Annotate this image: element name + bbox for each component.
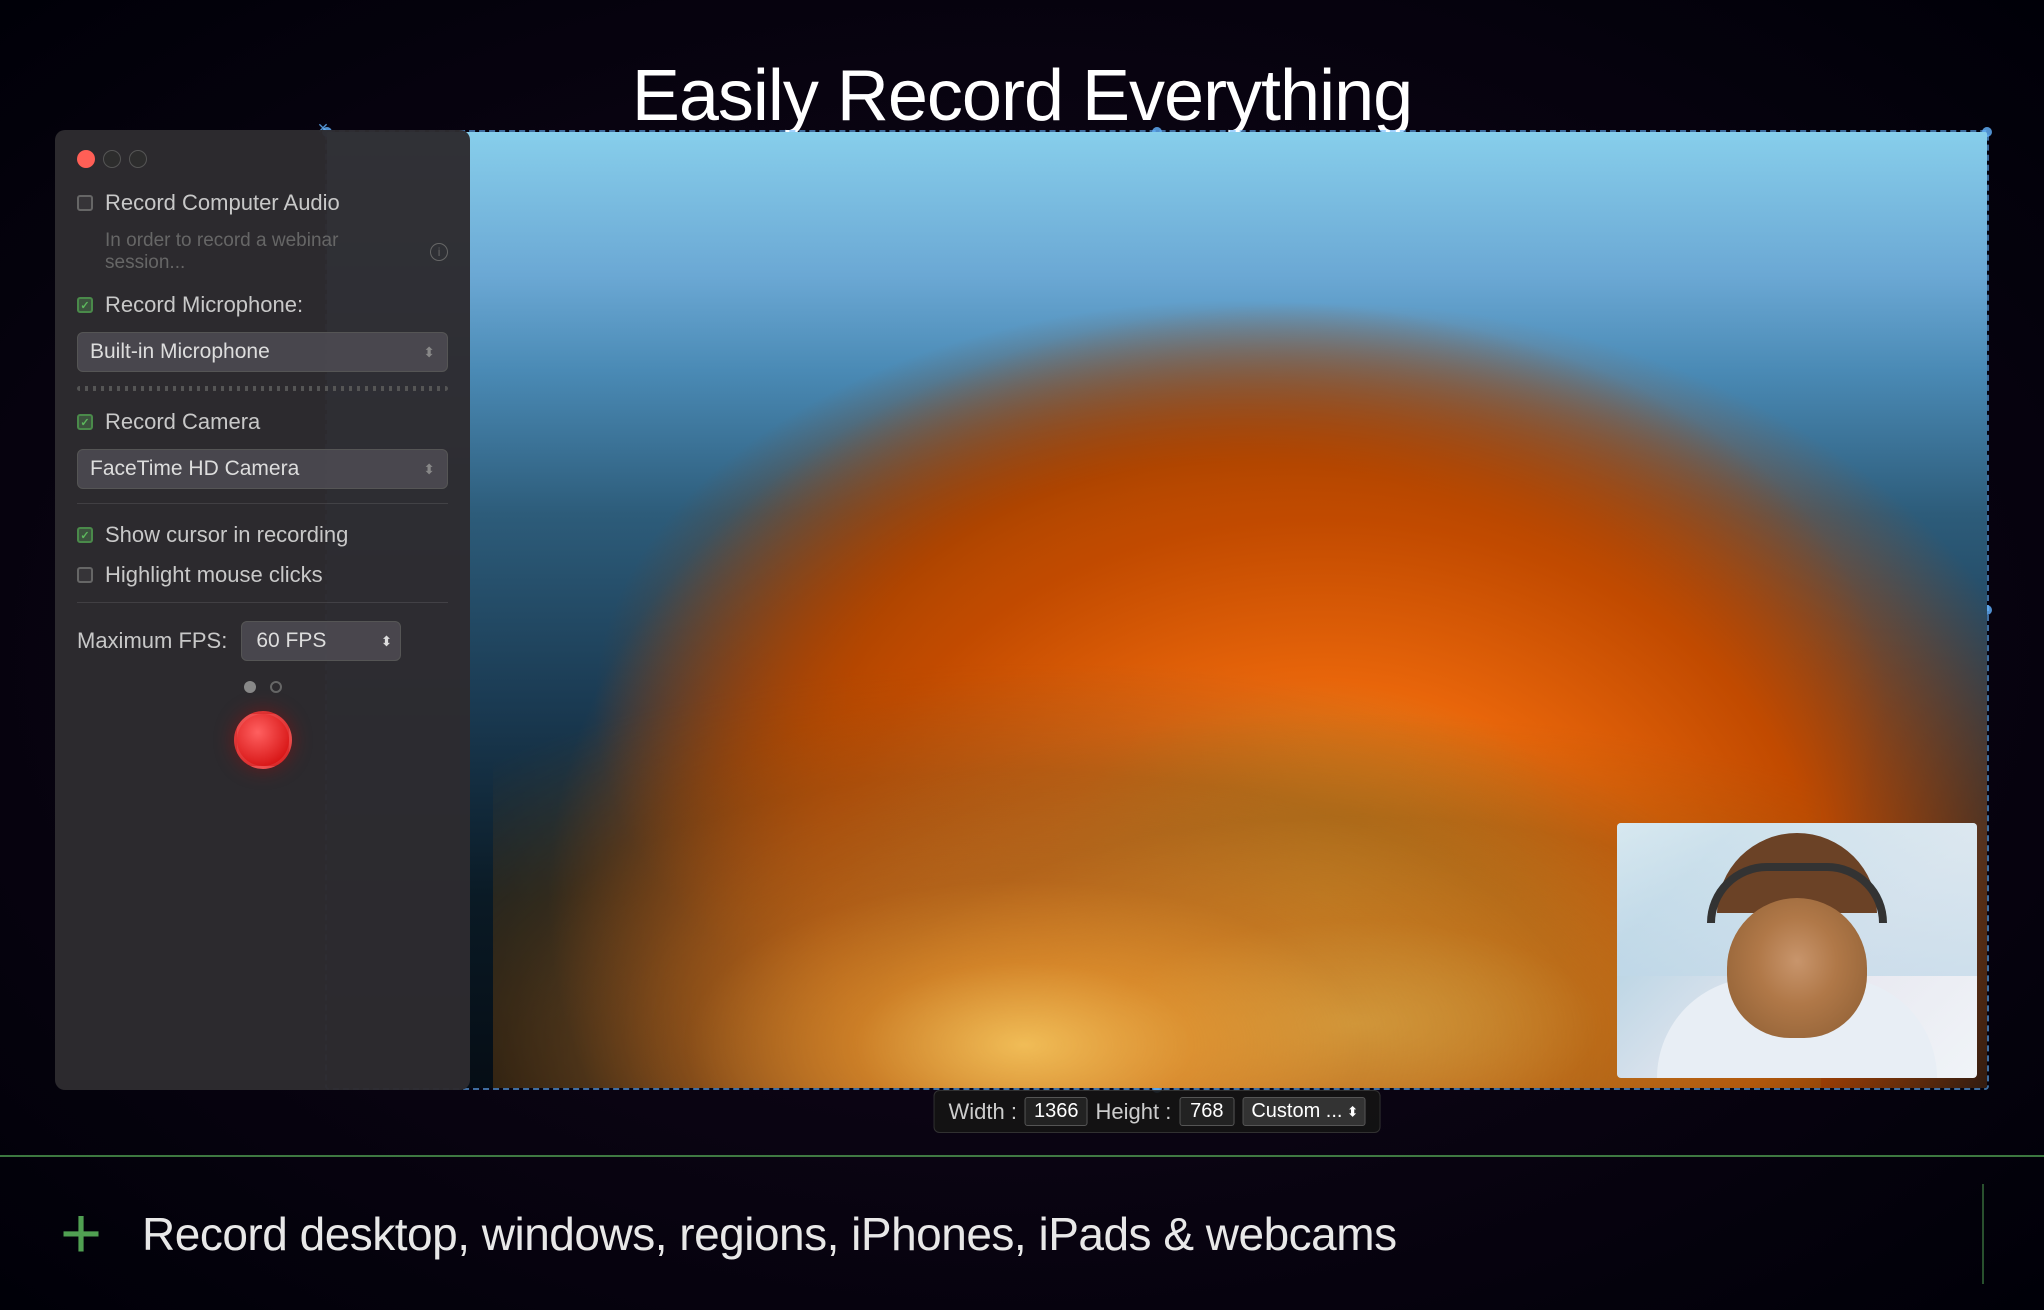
fps-dropdown[interactable]: 60 FPS ⬍ xyxy=(241,621,401,661)
dot-2[interactable] xyxy=(270,681,282,693)
microphone-selected-value: Built-in Microphone xyxy=(90,340,270,364)
fps-dropdown-chevron: ⬍ xyxy=(381,633,393,650)
highlight-clicks-checkbox[interactable] xyxy=(77,567,93,583)
settings-panel: Record Computer Audio In order to record… xyxy=(55,130,470,1090)
dimension-bar: Width : 1366 Height : 768 Custom ... ⬍ xyxy=(934,1090,1381,1133)
dot-1[interactable] xyxy=(244,681,256,693)
record-camera-label: Record Camera xyxy=(105,409,260,435)
microphone-slider-container xyxy=(77,386,448,391)
window-controls xyxy=(77,150,448,168)
camera-selected-value: FaceTime HD Camera xyxy=(90,457,299,481)
show-cursor-row: Show cursor in recording xyxy=(77,522,448,548)
record-button[interactable] xyxy=(234,711,292,769)
webinar-note-text: In order to record a webinar session... xyxy=(105,230,422,274)
window-minimize-button[interactable] xyxy=(103,150,121,168)
width-value[interactable]: 1366 xyxy=(1025,1097,1088,1126)
plus-icon: + xyxy=(60,1198,102,1270)
height-label: Height : xyxy=(1096,1099,1172,1125)
pagination-dots xyxy=(77,681,448,693)
highlight-clicks-label: Highlight mouse clicks xyxy=(105,562,323,588)
recording-frame[interactable]: ✕ Width : 1366 Height : 768 xyxy=(325,130,1989,1090)
window-close-button[interactable] xyxy=(77,150,95,168)
microphone-slider[interactable] xyxy=(77,386,448,391)
bottom-bar: + Record desktop, windows, regions, iPho… xyxy=(0,1155,2044,1310)
divider-2 xyxy=(77,602,448,603)
bottom-divider xyxy=(1982,1184,1984,1284)
show-cursor-label: Show cursor in recording xyxy=(105,522,348,548)
person-headset xyxy=(1707,863,1887,923)
fps-label: Maximum FPS: xyxy=(77,628,227,654)
record-camera-row: Record Camera xyxy=(77,409,448,435)
webcam-overlay xyxy=(1617,823,1977,1078)
record-microphone-row: Record Microphone: xyxy=(77,292,448,318)
camera-dropdown-chevron: ⬍ xyxy=(423,461,435,478)
webinar-note-row: In order to record a webinar session... … xyxy=(77,230,448,274)
highlight-clicks-row: Highlight mouse clicks xyxy=(77,562,448,588)
webcam-person xyxy=(1637,828,1957,1078)
microphone-dropdown-chevron: ⬍ xyxy=(423,344,435,361)
record-microphone-checkbox[interactable] xyxy=(77,297,93,313)
record-computer-audio-row: Record Computer Audio xyxy=(77,190,448,216)
width-label: Width : xyxy=(949,1099,1017,1125)
record-camera-checkbox[interactable] xyxy=(77,414,93,430)
height-value[interactable]: 768 xyxy=(1179,1097,1234,1126)
fps-selected-value: 60 FPS xyxy=(256,629,326,653)
record-audio-label: Record Computer Audio xyxy=(105,190,340,216)
custom-dropdown[interactable]: Custom ... ⬍ xyxy=(1242,1097,1365,1126)
record-button-container xyxy=(77,711,448,769)
page-title: Easily Record Everything xyxy=(0,0,2044,137)
main-area: ✕ Width : 1366 Height : 768 xyxy=(55,130,1989,1150)
bottom-text: Record desktop, windows, regions, iPhone… xyxy=(142,1207,1397,1261)
fps-row: Maximum FPS: 60 FPS ⬍ xyxy=(77,621,448,661)
camera-dropdown[interactable]: FaceTime HD Camera ⬍ xyxy=(77,449,448,489)
record-microphone-label: Record Microphone: xyxy=(105,292,303,318)
microphone-dropdown[interactable]: Built-in Microphone ⬍ xyxy=(77,332,448,372)
info-icon[interactable]: i xyxy=(430,243,448,261)
divider-1 xyxy=(77,503,448,504)
screenshot-area xyxy=(327,132,1987,1088)
show-cursor-checkbox[interactable] xyxy=(77,527,93,543)
record-audio-checkbox[interactable] xyxy=(77,195,93,211)
window-maximize-button[interactable] xyxy=(129,150,147,168)
